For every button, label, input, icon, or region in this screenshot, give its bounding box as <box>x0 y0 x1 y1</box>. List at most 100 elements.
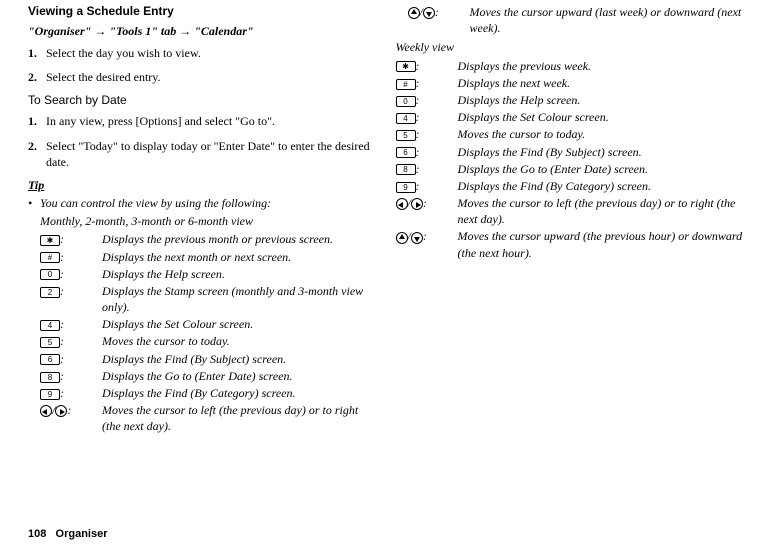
step-item: 1.In any view, press [Options] and selec… <box>28 113 376 129</box>
nav-down-icon <box>423 7 435 19</box>
phone-key-icon: 9 <box>396 182 416 193</box>
key-description: Displays the Find (By Subject) screen. <box>458 144 744 161</box>
phone-key-icon: 8 <box>396 164 416 175</box>
key-row: 9:Displays the Find (By Category) screen… <box>40 385 376 402</box>
key-cell: ✱: <box>40 231 102 248</box>
key-description: Displays the Go to (Enter Date) screen. <box>102 368 376 385</box>
nav-left-icon <box>40 405 52 417</box>
key-description: Moves the cursor upward (the previous ho… <box>458 228 744 261</box>
key-cell: 8: <box>40 368 102 385</box>
page-number: 108 <box>28 528 46 540</box>
key-cell: 4: <box>40 316 102 333</box>
key-row: 6:Displays the Find (By Subject) screen. <box>40 351 376 368</box>
key-description: Moves the cursor to left (the previous d… <box>458 195 744 228</box>
monthly-key-table-cont: /:Moves the cursor upward (last week) or… <box>408 4 744 37</box>
phone-key-icon: 0 <box>396 96 416 107</box>
key-description: Displays the previous week. <box>458 58 744 75</box>
key-cell: /: <box>396 195 458 228</box>
steps-view: 1.Select the day you wish to view. 2.Sel… <box>28 45 376 85</box>
step-item: 1.Select the day you wish to view. <box>28 45 376 61</box>
nav-up-icon <box>408 7 420 19</box>
phone-key-icon: 4 <box>40 320 60 331</box>
key-cell: 6: <box>40 351 102 368</box>
key-row: 8:Displays the Go to (Enter Date) screen… <box>396 161 744 178</box>
key-row: 2:Displays the Stamp screen (monthly and… <box>40 283 376 316</box>
key-cell: #: <box>40 249 102 266</box>
key-row: 5:Moves the cursor to today. <box>40 333 376 350</box>
key-description: Displays the Stamp screen (monthly and 3… <box>102 283 376 316</box>
key-row: #:Displays the next month or next screen… <box>40 249 376 266</box>
key-description: Displays the Help screen. <box>458 92 744 109</box>
nav-right-icon <box>411 198 423 210</box>
key-row: 4:Displays the Set Colour screen. <box>40 316 376 333</box>
phone-key-icon: 8 <box>40 372 60 383</box>
key-row: 8:Displays the Go to (Enter Date) screen… <box>40 368 376 385</box>
key-description: Moves the cursor to today. <box>458 126 744 143</box>
key-description: Displays the Find (By Subject) screen. <box>102 351 376 368</box>
phone-key-icon: ✱ <box>40 235 60 246</box>
path-part: "Calendar" <box>194 24 253 38</box>
key-description: Displays the Set Colour screen. <box>102 316 376 333</box>
path-part: "Organiser" <box>28 24 91 38</box>
arrow-icon: → <box>179 24 194 38</box>
nav-path: "Organiser" → "Tools 1" tab → "Calendar" <box>28 24 376 39</box>
key-description: Displays the previous month or previous … <box>102 231 376 248</box>
key-row: /:Moves the cursor upward (last week) or… <box>408 4 744 37</box>
weekly-key-table: ✱:Displays the previous week.#:Displays … <box>396 58 744 262</box>
key-description: Displays the next month or next screen. <box>102 249 376 266</box>
phone-key-icon: 9 <box>40 389 60 400</box>
section-heading: Viewing a Schedule Entry <box>28 4 376 18</box>
key-description: Moves the cursor upward (last week) or d… <box>470 4 744 37</box>
key-cell: 0: <box>396 92 458 109</box>
key-cell: ✱: <box>396 58 458 75</box>
key-cell: 6: <box>396 144 458 161</box>
phone-key-icon: # <box>40 252 60 263</box>
nav-left-icon <box>396 198 408 210</box>
section-name: Organiser <box>56 528 108 540</box>
key-cell: 8: <box>396 161 458 178</box>
phone-key-icon: # <box>396 79 416 90</box>
key-row: /:Moves the cursor upward (the previous … <box>396 228 744 261</box>
monthly-key-table: ✱:Displays the previous month or previou… <box>40 231 376 435</box>
phone-key-icon: 5 <box>396 130 416 141</box>
phone-key-icon: ✱ <box>396 61 416 72</box>
key-description: Moves the cursor to today. <box>102 333 376 350</box>
phone-key-icon: 6 <box>40 354 60 365</box>
key-cell: #: <box>396 75 458 92</box>
key-description: Displays the Go to (Enter Date) screen. <box>458 161 744 178</box>
key-row: ✱:Displays the previous week. <box>396 58 744 75</box>
key-row: #:Displays the next week. <box>396 75 744 92</box>
arrow-icon: → <box>94 24 109 38</box>
tip-heading: Tip <box>28 178 376 193</box>
phone-key-icon: 4 <box>396 113 416 124</box>
tip-line: •You can control the view by using the f… <box>28 195 376 211</box>
key-row: 9:Displays the Find (By Category) screen… <box>396 178 744 195</box>
path-part: "Tools 1" tab <box>109 24 176 38</box>
key-cell: 5: <box>396 126 458 143</box>
key-description: Displays the next week. <box>458 75 744 92</box>
key-description: Displays the Find (By Category) screen. <box>458 178 744 195</box>
step-item: 2.Select "Today" to display today or "En… <box>28 138 376 170</box>
nav-down-icon <box>411 232 423 244</box>
phone-key-icon: 6 <box>396 147 416 158</box>
key-cell: /: <box>396 228 458 261</box>
page-footer: 108 Organiser <box>28 528 108 540</box>
key-row: 0:Displays the Help screen. <box>396 92 744 109</box>
key-row: 5:Moves the cursor to today. <box>396 126 744 143</box>
key-cell: 5: <box>40 333 102 350</box>
subheading-search: To Search by Date <box>28 93 376 107</box>
key-row: /:Moves the cursor to left (the previous… <box>40 402 376 435</box>
weekly-view-title: Weekly view <box>396 39 744 55</box>
steps-search: 1.In any view, press [Options] and selec… <box>28 113 376 170</box>
key-description: Displays the Find (By Category) screen. <box>102 385 376 402</box>
phone-key-icon: 0 <box>40 269 60 280</box>
key-cell: /: <box>408 4 470 37</box>
key-row: ✱:Displays the previous month or previou… <box>40 231 376 248</box>
key-description: Moves the cursor to left (the previous d… <box>102 402 376 435</box>
key-cell: 4: <box>396 109 458 126</box>
key-description: Displays the Set Colour screen. <box>458 109 744 126</box>
key-description: Displays the Help screen. <box>102 266 376 283</box>
key-cell: 9: <box>396 178 458 195</box>
step-item: 2.Select the desired entry. <box>28 69 376 85</box>
monthly-view-title: Monthly, 2-month, 3-month or 6-month vie… <box>40 213 376 229</box>
